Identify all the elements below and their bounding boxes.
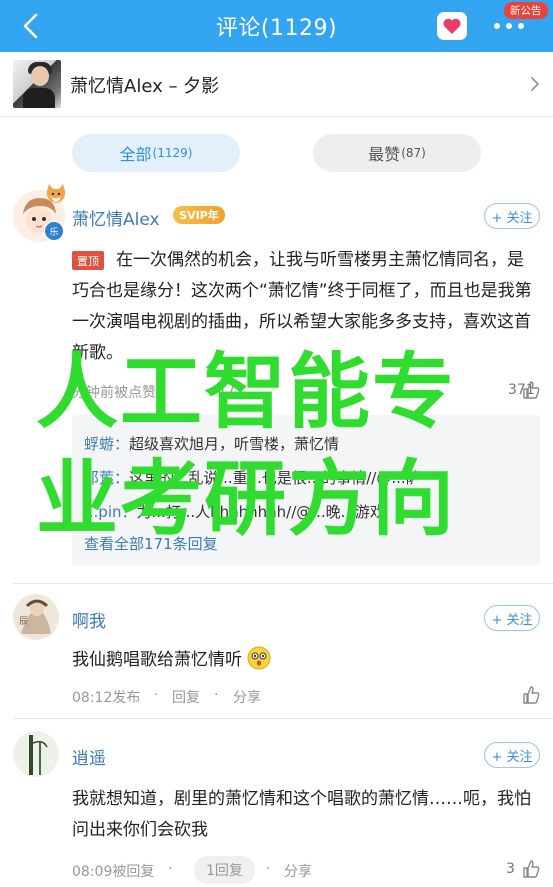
svg-text:乐: 乐 xyxy=(49,226,58,238)
meta-separator: · xyxy=(266,861,271,877)
more-dot-icon xyxy=(494,23,500,29)
verified-musician-icon: 乐 xyxy=(44,221,64,241)
favorite-button[interactable] xyxy=(437,12,467,40)
follow-button[interactable]: + 关注 xyxy=(484,605,540,631)
comment-text: 我就想知道，剧里的萧忆情和这个唱歌的萧忆情……呃，我怕问出来你们会砍我 xyxy=(72,784,540,846)
divider xyxy=(13,718,553,719)
svip-badge: SVIP年 xyxy=(173,206,225,224)
like-thumb-icon[interactable] xyxy=(521,380,541,400)
user-avatar-image xyxy=(13,731,59,777)
shiba-dog-icon xyxy=(46,184,66,203)
avatar[interactable] xyxy=(13,731,59,777)
song-row[interactable]: 萧忆情Alex – 夕影 xyxy=(0,52,553,117)
surprised-emoji-icon xyxy=(247,646,271,670)
back-arrow-icon xyxy=(23,13,38,39)
meta-separator: · xyxy=(214,687,219,703)
watermark-text-line-1: 人工智能专 xyxy=(36,345,457,440)
follow-button[interactable]: + 关注 xyxy=(484,203,540,229)
notice-badge[interactable]: 新公告 xyxy=(504,2,548,19)
share-link[interactable]: 分享 xyxy=(233,687,261,707)
divider xyxy=(13,583,553,584)
tab-all[interactable]: 全部 (1129) xyxy=(72,134,240,172)
like-thumb-icon[interactable] xyxy=(521,859,541,879)
page-title: 评论(1129) xyxy=(215,16,338,41)
comment-author-name[interactable]: 萧忆情Alex xyxy=(72,205,160,230)
reply-count-button[interactable]: 1回复 xyxy=(194,856,255,884)
heart-icon xyxy=(443,18,461,34)
comment-tabs: 全部 (1129) 最赞 (87) xyxy=(0,117,553,177)
like-thumb-icon[interactable] xyxy=(521,685,541,705)
comments-page: 评论(1129) 新公告 萧忆情Alex – 夕影 全部 (1129) 最赞 (87… xyxy=(0,0,553,887)
comment-time: 08:12发布 xyxy=(72,690,141,706)
meta-separator: · xyxy=(168,861,173,877)
tab-most-liked-count: (87) xyxy=(401,146,426,160)
tab-most-liked-label: 最赞 xyxy=(368,145,401,164)
comment-text: 我仙鹅唱歌给萧忆情听 xyxy=(72,645,540,676)
tab-most-liked[interactable]: 最赞 (87) xyxy=(313,134,481,172)
avatar[interactable]: 辰 xyxy=(13,594,59,640)
user-avatar-image: 辰 xyxy=(13,594,59,640)
follow-button[interactable]: + 关注 xyxy=(484,742,540,768)
tab-all-label: 全部 xyxy=(119,145,152,164)
comment-text-body: 我仙鹅唱歌给萧忆情听 xyxy=(72,650,242,670)
reply-link[interactable]: 回复 xyxy=(172,687,200,707)
watermark-text-line-2: 业考研方向 xyxy=(36,452,457,547)
comment-text-body: 我就想知道，剧里的萧忆情和这个唱歌的萧忆情……呃，我怕问出来你们会砍我 xyxy=(72,789,531,840)
back-button[interactable] xyxy=(16,10,46,42)
top-bar: 评论(1129) 新公告 xyxy=(0,0,553,52)
meta-separator: · xyxy=(154,687,159,703)
chevron-right-icon xyxy=(531,77,539,91)
more-dot-icon xyxy=(518,23,524,29)
comment-time: 08:09被回复 xyxy=(72,864,155,880)
share-link[interactable]: 分享 xyxy=(284,861,312,881)
tab-all-count: (1129) xyxy=(152,146,193,160)
song-title: 萧忆情Alex – 夕影 xyxy=(70,76,220,97)
comment-author-name[interactable]: 逍遥 xyxy=(72,744,106,769)
like-count: 3 xyxy=(506,861,515,877)
svg-text:辰: 辰 xyxy=(19,616,28,627)
comment-author-name[interactable]: 啊我 xyxy=(72,607,106,632)
more-dot-icon xyxy=(506,23,512,29)
song-cover-image xyxy=(13,60,61,108)
